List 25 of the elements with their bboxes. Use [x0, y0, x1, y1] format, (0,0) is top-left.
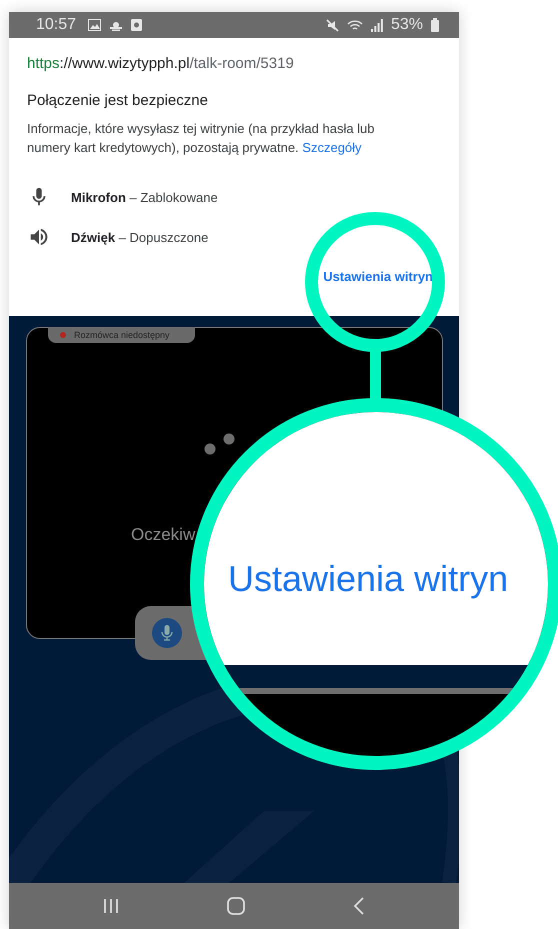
- signal-icon: [370, 18, 383, 32]
- image-icon: [88, 19, 102, 31]
- details-link[interactable]: Szczegóły: [302, 140, 362, 155]
- battery-percent: 53%: [390, 16, 423, 34]
- permission-label: Dźwięk – Dopuszczone: [71, 230, 208, 244]
- battery-icon: [431, 18, 439, 32]
- waiting-message: Oczekiw: [131, 525, 196, 545]
- status-time: 10:57: [36, 16, 76, 34]
- connection-description: Informacje, które wysyłasz tej witrynie (na przykład hasła lub numery kart kredytowych), pozostają prywatne. Szczegóły: [27, 120, 376, 157]
- permission-label: Mikrofon – Zablokowane: [71, 190, 218, 204]
- microphone-button[interactable]: [152, 618, 182, 648]
- app-icon: [131, 19, 142, 31]
- wifi-icon: [346, 18, 363, 32]
- recent-apps-button[interactable]: [103, 898, 119, 914]
- home-button[interactable]: [227, 897, 245, 915]
- site-settings-link[interactable]: Ustawienia witryn: [323, 269, 433, 284]
- status-dot-icon: [60, 332, 66, 338]
- speaker-icon: [28, 226, 50, 248]
- mute-icon: [326, 18, 339, 32]
- connection-title: Połączenie jest bezpieczne: [27, 92, 209, 109]
- site-url: https://www.wizytypph.pl/talk-room/5319: [27, 55, 295, 72]
- microphone-icon: [161, 625, 173, 641]
- badge-label: Rozmówca niedostępny: [74, 330, 170, 340]
- weather-icon: [109, 19, 124, 31]
- back-button[interactable]: [353, 897, 365, 915]
